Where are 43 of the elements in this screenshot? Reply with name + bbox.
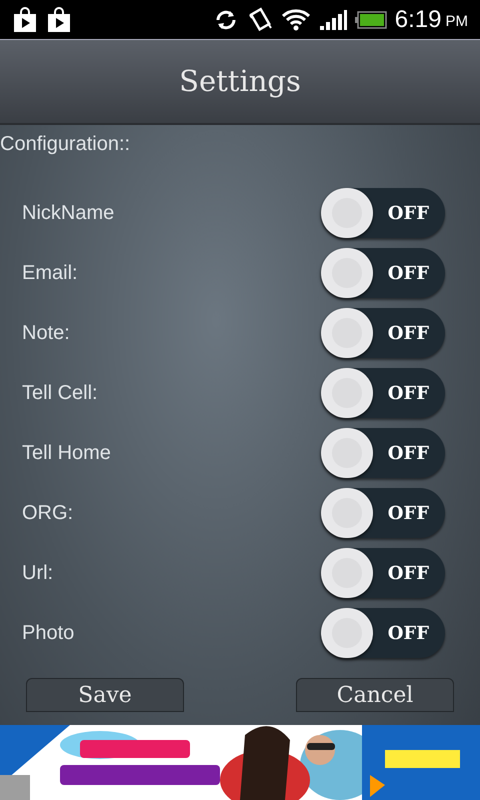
- toggle-thumb: [321, 308, 373, 358]
- toggle-switch[interactable]: OFF: [321, 428, 445, 478]
- toggle-switch[interactable]: OFF: [321, 608, 445, 658]
- status-meridiem: PM: [446, 12, 468, 32]
- setting-label: Email:: [22, 261, 79, 286]
- setting-label: Tell Cell:: [22, 381, 99, 406]
- toggle-thumb: [321, 608, 373, 658]
- window-title: Settings: [179, 62, 301, 100]
- wifi-icon: [280, 6, 311, 32]
- toggle-state-label: OFF: [388, 322, 429, 346]
- setting-label: Photo: [22, 621, 76, 646]
- status-time: 6:19: [394, 4, 442, 34]
- setting-label: NickName: [22, 201, 116, 226]
- toggle-thumb: [321, 488, 373, 538]
- toggle-switch[interactable]: OFF: [321, 368, 445, 418]
- toggle-state-label: OFF: [388, 262, 429, 286]
- setting-label: Tell Home: [22, 441, 112, 466]
- section-label: Configuration::: [0, 132, 130, 157]
- toggle-state-label: OFF: [388, 502, 429, 526]
- vibrate-icon: [246, 6, 273, 32]
- action-button[interactable]: Cancel: [296, 678, 454, 712]
- toggle-state-label: OFF: [388, 382, 429, 406]
- setting-label: ORG:: [22, 501, 74, 526]
- shopping-bag-icon[interactable]: [12, 6, 38, 32]
- toggle-thumb: [321, 368, 373, 418]
- setting-label: Url:: [22, 561, 54, 586]
- toggle-thumb: [321, 188, 373, 238]
- toggle-state-label: OFF: [388, 622, 429, 646]
- shopping-bag-icon[interactable]: [46, 6, 72, 32]
- toggle-thumb: [321, 548, 373, 598]
- setting-label: Note:: [22, 321, 71, 346]
- toggle-switch[interactable]: OFF: [321, 548, 445, 598]
- toggle-switch[interactable]: OFF: [321, 488, 445, 538]
- toggle-thumb: [321, 428, 373, 478]
- toggle-switch[interactable]: OFF: [321, 248, 445, 298]
- battery-icon: [354, 10, 387, 30]
- toggle-switch[interactable]: OFF: [321, 188, 445, 238]
- toggle-state-label: OFF: [388, 202, 429, 226]
- toggle-switch[interactable]: OFF: [321, 308, 445, 358]
- action-button[interactable]: Save: [26, 678, 184, 712]
- toggle-state-label: OFF: [388, 442, 429, 466]
- toggle-thumb: [321, 248, 373, 298]
- toggle-state-label: OFF: [388, 562, 429, 586]
